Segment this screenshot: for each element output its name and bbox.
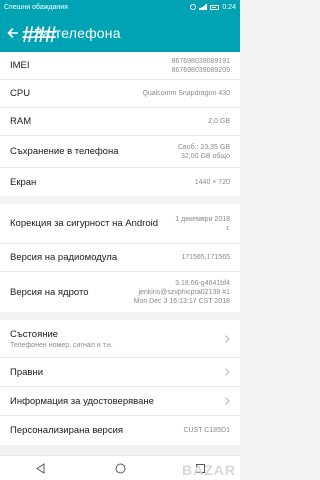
alarm-icon: [190, 4, 197, 10]
status-time: 0:24: [222, 3, 236, 11]
imei-row: IMEI 867698039089191 867698039089209: [0, 52, 240, 80]
nav-back-button[interactable]: [30, 458, 50, 478]
storage-value: Своб.: 23,35 GB 32,00 GB общо: [177, 143, 230, 160]
watermark-text: ###: [22, 22, 57, 47]
custom-version-row: Персонализирана версия CUST C185D1: [0, 416, 240, 445]
nav-home-button[interactable]: [110, 458, 130, 478]
radio-version-label: Версия на радиомодула: [10, 252, 118, 263]
app-bar: За телефона ###: [0, 14, 240, 52]
circle-home-icon: [115, 463, 125, 473]
chevron-right-icon: [222, 367, 230, 377]
back-arrow-icon: [7, 27, 18, 39]
bazar-logo: BAZAR: [182, 462, 236, 478]
cpu-row: CPU Qualcomm Snapdragon 430: [0, 80, 240, 108]
signal-icon: [199, 4, 207, 10]
security-patch-row: Корекция за сигурност на Android 1 декем…: [0, 204, 240, 244]
more-section: Състояние Телефонен номер, сигнал и т.н.…: [0, 320, 240, 445]
navigation-bar: BAZAR: [0, 455, 240, 480]
custom-version-label: Персонализирана версия: [10, 425, 124, 436]
kernel-version-value: 3.18.66-g4641bf4 jenkins@szvphicpra02139…: [133, 279, 230, 305]
chevron-right-icon: [222, 396, 230, 406]
kernel-version-row: Версия на ядрото 3.18.66-g4641bf4 jenkin…: [0, 272, 240, 312]
screen-row: Екран 1440 × 720: [0, 168, 240, 196]
ram-value: 2,0 GB: [208, 118, 230, 125]
cpu-label: CPU: [10, 88, 31, 99]
screen-value: 1440 × 720: [194, 178, 230, 186]
status-label: Състояние: [10, 328, 59, 340]
ram-label: RAM: [10, 116, 32, 127]
custom-version-value: CUST C185D1: [183, 427, 230, 434]
ram-row: RAM 2,0 GB: [0, 108, 240, 136]
hardware-section: IMEI 867698039089191 867698039089209 CPU…: [0, 52, 240, 196]
software-section: Корекция за сигурност на Android 1 декем…: [0, 204, 240, 312]
chevron-right-icon: [222, 334, 230, 344]
cpu-value: Qualcomm Snapdragon 430: [142, 90, 230, 97]
security-patch-value: 1 декември 2018 г.: [175, 215, 230, 232]
screen-label: Екран: [10, 176, 37, 188]
certification-label: Информация за удостоверяване: [10, 395, 154, 407]
legal-label: Правни: [10, 366, 43, 378]
radio-version-value: 171565,171565: [181, 254, 230, 261]
certification-row[interactable]: Информация за удостоверяване: [0, 387, 240, 416]
security-patch-label: Корекция за сигурност на Android: [10, 218, 158, 229]
legal-row[interactable]: Правни: [0, 358, 240, 387]
radio-version-row: Версия на радиомодула 171565,171565: [0, 244, 240, 272]
status-carrier-text: Спешни обаждания: [4, 3, 68, 11]
settings-list[interactable]: IMEI 867698039089191 867698039089209 CPU…: [0, 52, 240, 455]
triangle-back-icon: [35, 462, 44, 474]
status-sublabel: Телефонен номер, сигнал и т.н.: [10, 341, 113, 349]
storage-row: Съхранение в телефона Своб.: 23,35 GB 32…: [0, 136, 240, 168]
imei-label: IMEI: [10, 60, 30, 71]
status-row[interactable]: Състояние Телефонен номер, сигнал и т.н.: [0, 320, 240, 358]
status-bar: Спешни обаждания 0:24: [0, 0, 240, 14]
storage-label: Съхранение в телефона: [10, 146, 119, 157]
battery-icon: [210, 4, 220, 10]
kernel-version-label: Версия на ядрото: [10, 286, 89, 298]
imei-value: 867698039089191 867698039089209: [171, 57, 230, 74]
